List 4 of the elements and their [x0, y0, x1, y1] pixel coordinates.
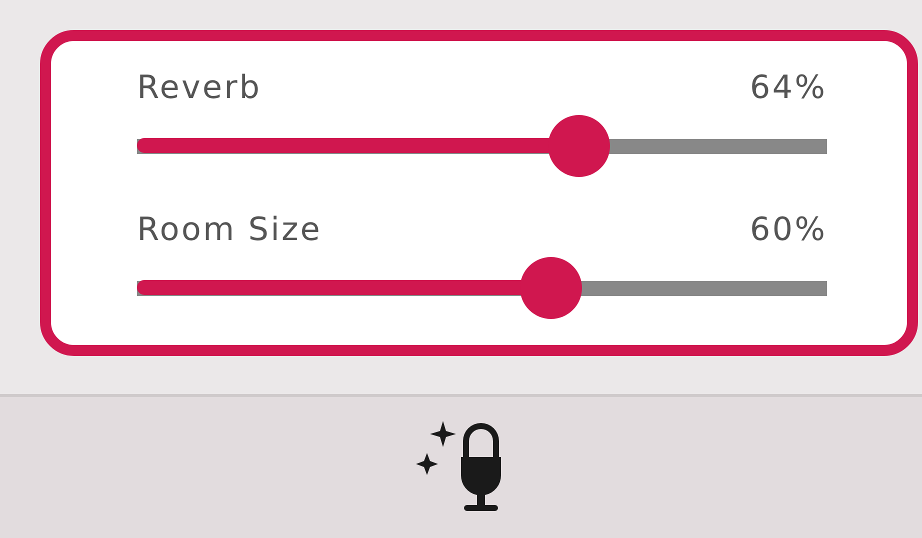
slider-label: Reverb: [137, 71, 262, 103]
slider-label: Room Size: [137, 213, 322, 245]
slider-value: 60%: [750, 213, 827, 245]
slider-value: 64%: [750, 71, 827, 103]
